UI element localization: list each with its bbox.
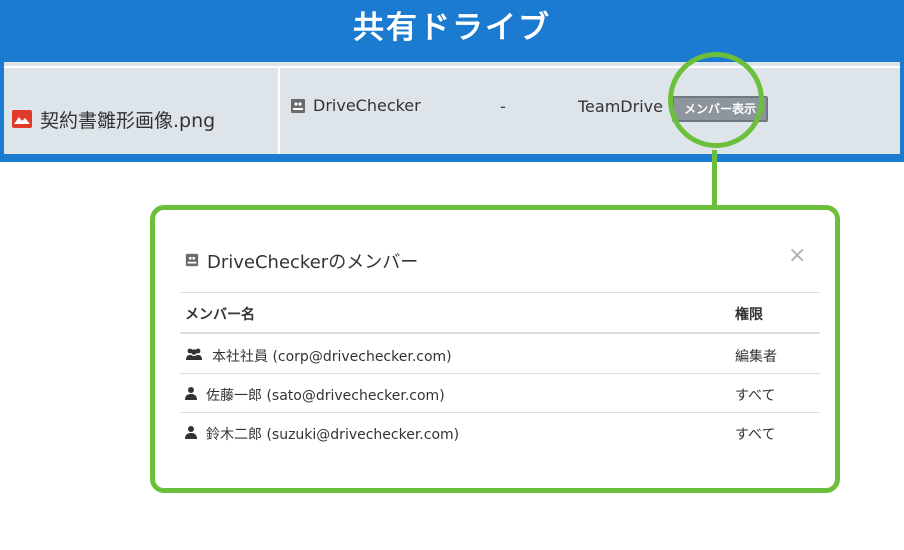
member-name: 本社社員 (corp@drivechecker.com) xyxy=(212,349,452,365)
member-name: 鈴木二郎 (suzuki@drivechecker.com) xyxy=(206,427,460,443)
image-file-icon xyxy=(12,110,32,128)
table-row: 鈴木二郎 (suzuki@drivechecker.com) xyxy=(185,424,459,444)
close-icon[interactable]: × xyxy=(788,243,806,268)
group-icon xyxy=(185,347,203,365)
highlight-circle xyxy=(668,52,764,148)
member-permission: すべて xyxy=(735,388,776,404)
header-divider xyxy=(180,292,820,293)
file-row-inner: 契約書雛形画像.png DriveChecker - TeamDrive メンバ… xyxy=(4,62,900,154)
file-name: 契約書雛形画像.png xyxy=(40,109,216,132)
row-divider xyxy=(4,66,900,68)
table-row: 佐藤一郎 (sato@drivechecker.com) xyxy=(185,385,445,405)
owner-dash: - xyxy=(500,97,506,116)
row-divider xyxy=(180,412,820,413)
callout-connector xyxy=(712,150,717,208)
user-icon xyxy=(185,425,197,443)
row-divider xyxy=(180,373,820,374)
drive-type-label: TeamDrive xyxy=(578,97,663,116)
drive-name: DriveChecker xyxy=(313,96,421,115)
drive-name-cell: DriveChecker xyxy=(290,96,421,115)
file-name-cell[interactable]: 契約書雛形画像.png xyxy=(12,106,215,132)
column-divider xyxy=(278,68,280,154)
file-row: 契約書雛形画像.png DriveChecker - TeamDrive メンバ… xyxy=(0,58,904,162)
table-row: 本社社員 (corp@drivechecker.com) xyxy=(185,346,452,366)
member-permission: すべて xyxy=(735,427,776,443)
modal-title: DriveCheckerのメンバー xyxy=(207,252,419,273)
members-modal: DriveCheckerのメンバー × メンバー名 権限 本社社員 (corp@… xyxy=(150,205,840,493)
user-icon xyxy=(185,386,197,404)
modal-header: DriveCheckerのメンバー xyxy=(185,248,418,274)
member-permission: 編集者 xyxy=(735,349,777,365)
table-header-divider xyxy=(180,332,820,334)
member-name-header: メンバー名 xyxy=(185,307,255,323)
permission-header: 権限 xyxy=(735,307,763,323)
shared-drive-icon xyxy=(290,98,306,114)
shared-drive-icon xyxy=(185,251,199,272)
shared-drive-banner: 共有ドライブ xyxy=(0,0,904,58)
member-name: 佐藤一郎 (sato@drivechecker.com) xyxy=(206,388,445,404)
